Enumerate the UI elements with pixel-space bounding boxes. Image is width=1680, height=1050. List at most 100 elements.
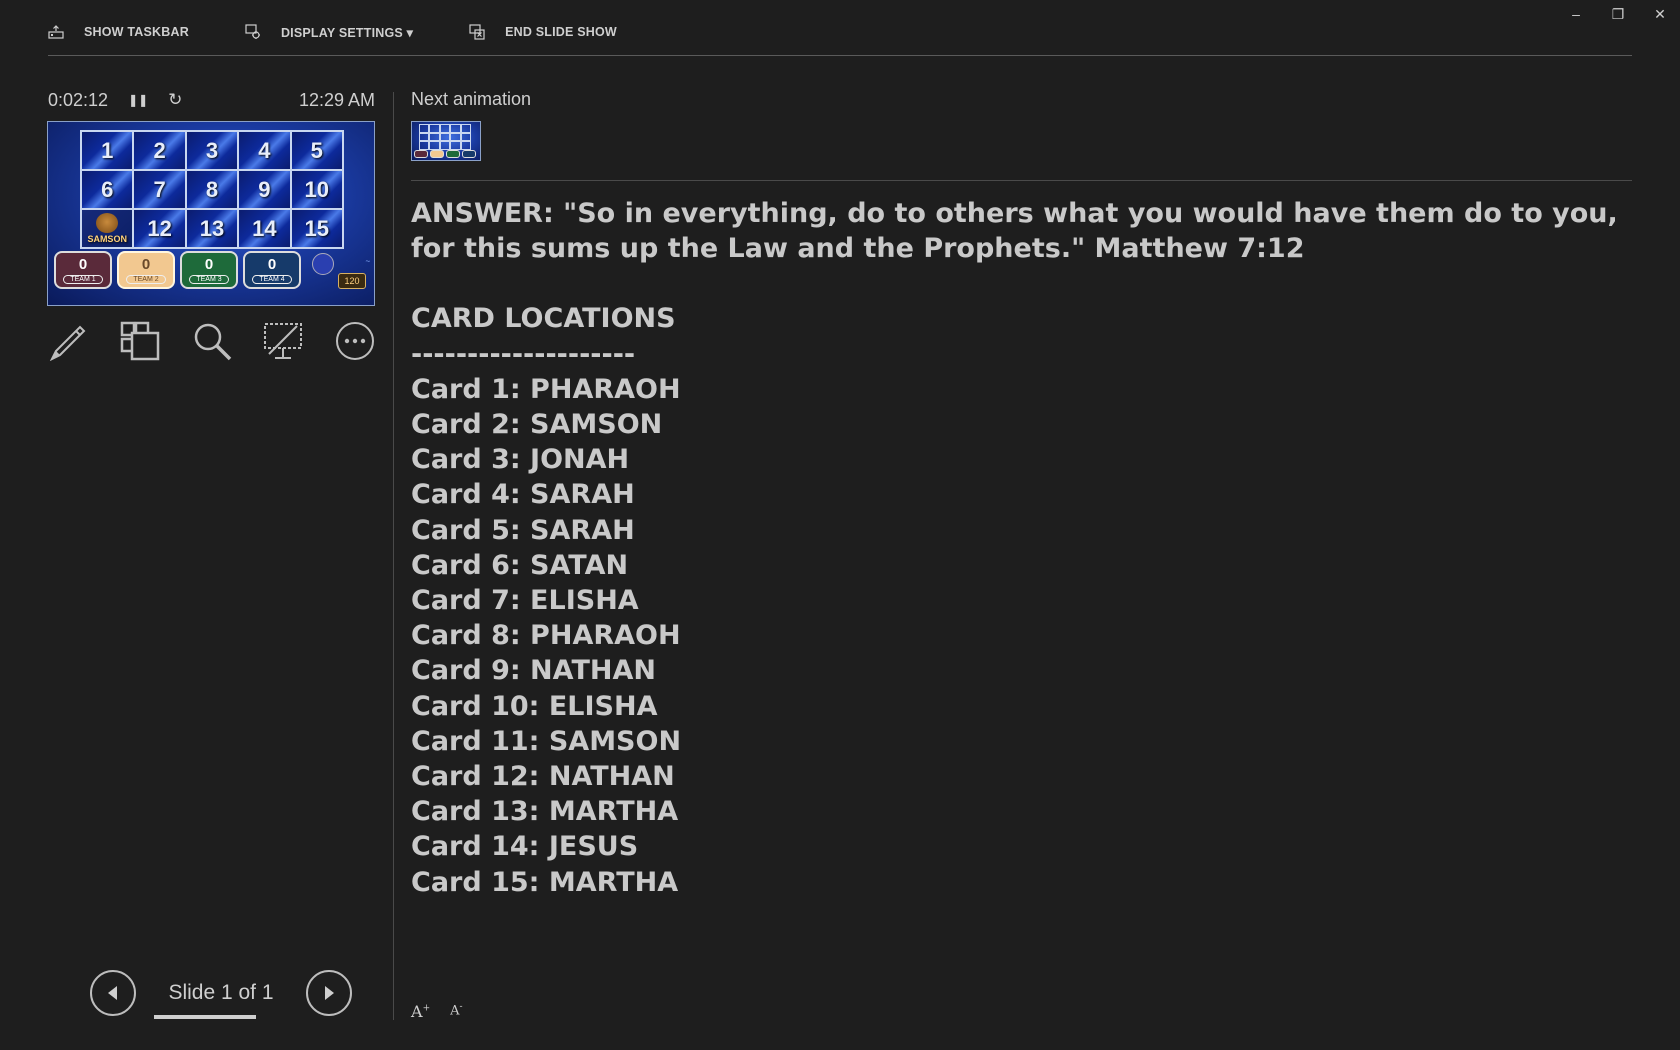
game-logo: ~ [365, 257, 370, 266]
board-cell: 14 [238, 209, 291, 248]
team-score: 0 [141, 255, 151, 273]
team-name: TEAM 1 [63, 274, 103, 284]
slide-counter[interactable]: Slide 1 of 1 [136, 981, 306, 1019]
notes-heading: CARD LOCATIONS [411, 303, 676, 335]
slide-progress-bar [154, 1015, 256, 1019]
team-name: TEAM 4 [252, 274, 292, 284]
board-cell: 9 [238, 170, 291, 209]
close-icon[interactable]: ✕ [1650, 6, 1670, 23]
show-taskbar-label: SHOW TASKBAR [84, 25, 189, 39]
board-cell: 12 [133, 209, 186, 248]
taskbar-icon [48, 25, 64, 39]
decrease-font-label: A [450, 1003, 460, 1019]
board-cell: 10 [290, 170, 343, 209]
window-controls: – ❐ ✕ [1566, 6, 1670, 23]
current-slide-preview[interactable]: 1 2 3 4 5 6 7 8 9 10 SAMSON 12 13 14 15 … [47, 121, 375, 306]
pause-timer-icon[interactable]: ❚❚ [128, 93, 148, 107]
card-location: Card 8: PHARAOH [411, 620, 681, 652]
board-cell: 1 [81, 131, 134, 170]
turn-indicator [312, 253, 334, 275]
timer-row: 0:02:12 ❚❚ ↻ 12:29 AM [48, 88, 375, 112]
restore-icon[interactable]: ❐ [1608, 6, 1628, 23]
counter-value: 120 [338, 273, 366, 289]
minimize-icon[interactable]: – [1566, 6, 1586, 23]
increase-font-label: A [411, 1002, 423, 1021]
team-score-box: 0 TEAM 3 [180, 251, 238, 289]
decrease-font-icon[interactable]: A- [450, 1002, 462, 1021]
speaker-notes[interactable]: ANSWER: "So in everything, do to others … [411, 196, 1631, 900]
end-slide-show-icon [469, 24, 485, 40]
card-location: Card 4: SARAH [411, 479, 635, 511]
card-location: Card 3: JONAH [411, 444, 630, 476]
slide-navigation: Slide 1 of 1 [90, 970, 352, 1019]
card-location: Card 6: SATAN [411, 549, 629, 581]
card-location: Card 14: JESUS [411, 831, 639, 863]
team-score-box: 0 TEAM 2 [117, 251, 175, 289]
slide-counter-label: Slide 1 of 1 [168, 981, 274, 1004]
team-score-box: 0 TEAM 1 [54, 251, 112, 289]
card-location: Card 2: SAMSON [411, 409, 663, 441]
end-slide-show-label: END SLIDE SHOW [505, 25, 617, 39]
card-location: Card 7: ELISHA [411, 585, 639, 617]
team-name: TEAM 3 [189, 274, 229, 284]
board-cell: 4 [238, 131, 291, 170]
card-location: Card 1: PHARAOH [411, 373, 681, 405]
reset-timer-icon[interactable]: ↻ [168, 90, 182, 110]
card-location: Card 15: MARTHA [411, 866, 679, 898]
presenter-tools [48, 318, 375, 364]
end-slide-show-button[interactable]: END SLIDE SHOW [469, 24, 617, 40]
board-cell: 2 [133, 131, 186, 170]
card-location: Card 13: MARTHA [411, 796, 679, 828]
next-arrow-icon [325, 986, 334, 1000]
mini-teams [414, 150, 476, 158]
toolbar-divider [48, 55, 1632, 56]
card-location: Card 11: SAMSON [411, 725, 682, 757]
team-scoreboard: 0 TEAM 1 0 TEAM 2 0 TEAM 3 0 TEAM 4 [54, 251, 301, 289]
pane-divider[interactable] [393, 92, 394, 1020]
card-location: Card 9: NATHAN [411, 655, 656, 687]
notes-separator: -------------------- [411, 338, 636, 370]
display-settings-icon [245, 24, 260, 39]
black-screen-icon[interactable] [263, 321, 303, 361]
card-location: Card 10: ELISHA [411, 690, 658, 722]
revealed-card-cell: SAMSON [81, 209, 134, 248]
board-cell: 7 [133, 170, 186, 209]
board-cell: 13 [185, 209, 239, 248]
mini-board [419, 124, 471, 150]
see-all-slides-icon[interactable] [120, 321, 160, 361]
card-location: Card 5: SARAH [411, 514, 635, 546]
team-score-box: 0 TEAM 4 [243, 251, 301, 289]
notes-font-controls: A+ A- [411, 1002, 463, 1021]
board-cell: 6 [81, 170, 134, 209]
team-score: 0 [78, 255, 88, 273]
notes-answer: ANSWER: "So in everything, do to others … [411, 198, 1618, 265]
game-side-panel: ~ 120 [310, 251, 372, 293]
game-board-grid: 1 2 3 4 5 6 7 8 9 10 SAMSON 12 13 14 15 [80, 130, 344, 249]
samson-character-image [96, 213, 119, 233]
previous-arrow-icon [108, 986, 117, 1000]
presenter-toolbar: SHOW TASKBAR DISPLAY SETTINGS ▾ END SLID… [48, 20, 673, 44]
display-settings-label: DISPLAY SETTINGS ▾ [280, 25, 414, 40]
team-score: 0 [204, 255, 214, 273]
current-time: 12:29 AM [298, 89, 375, 110]
board-cell: 15 [290, 209, 343, 248]
board-cell: 5 [290, 131, 343, 170]
display-settings-button[interactable]: DISPLAY SETTINGS ▾ [245, 24, 413, 40]
zoom-icon[interactable] [192, 321, 232, 361]
notes-divider [411, 180, 1632, 181]
team-score: 0 [267, 255, 277, 273]
board-cell: 8 [185, 170, 239, 209]
next-slide-button[interactable] [306, 970, 352, 1016]
next-slide-preview[interactable] [411, 121, 481, 161]
more-options-icon[interactable] [335, 321, 375, 361]
next-animation-label: Next animation [411, 89, 532, 109]
card-location: Card 12: NATHAN [411, 761, 675, 793]
board-cell: 3 [185, 131, 239, 170]
previous-slide-button[interactable] [90, 970, 136, 1016]
show-taskbar-button[interactable]: SHOW TASKBAR [48, 25, 189, 39]
revealed-card-label: SAMSON [87, 234, 127, 244]
pen-icon[interactable] [48, 321, 88, 361]
team-name: TEAM 2 [126, 274, 166, 284]
increase-font-icon[interactable]: A+ [411, 1002, 430, 1021]
elapsed-timer: 0:02:12 [48, 89, 109, 110]
